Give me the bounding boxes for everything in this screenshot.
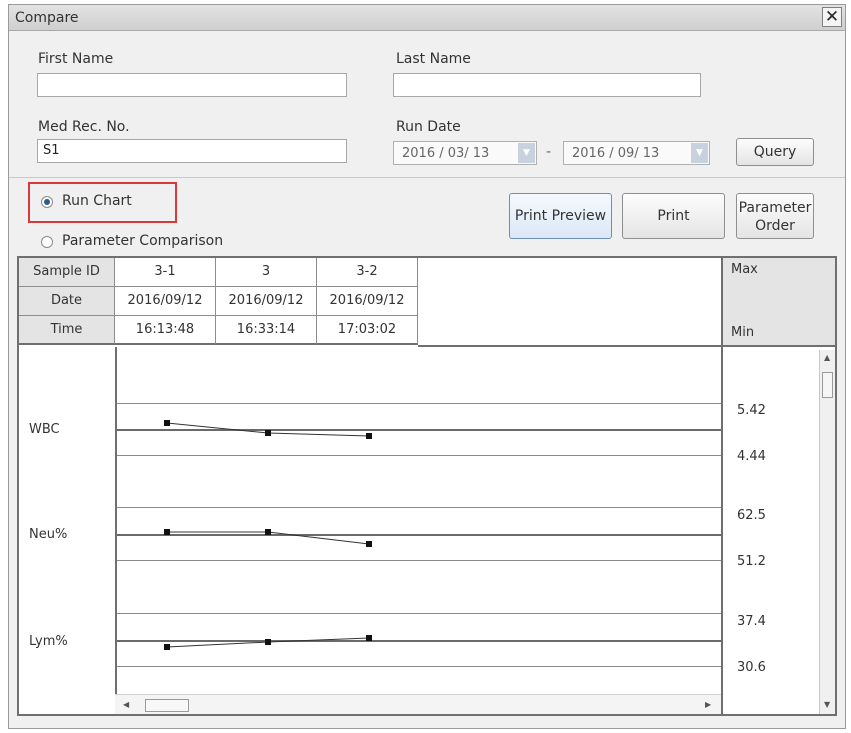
data-point (164, 420, 170, 426)
date-separator: - (546, 144, 552, 160)
data-point (265, 430, 271, 436)
parameter-order-label-line2: Order (755, 218, 795, 234)
date-to-picker[interactable]: 2016 / 09/ 13 ▼ (563, 141, 710, 165)
last-name-field[interactable] (393, 73, 701, 97)
first-name-field[interactable] (37, 73, 347, 97)
data-point (366, 433, 372, 439)
vertical-scrollbar[interactable]: ▲ ▼ (819, 350, 835, 714)
chevron-down-icon[interactable]: ▼ (518, 143, 535, 163)
scroll-up-icon[interactable]: ▲ (824, 353, 830, 362)
print-preview-button[interactable]: Print Preview (509, 193, 612, 239)
med-rec-label: Med Rec. No. (38, 119, 130, 135)
chevron-down-icon[interactable]: ▼ (691, 143, 708, 163)
run-chart-grid: Sample ID Date Time 3-1 3 3-2 2016/09/12… (17, 256, 837, 716)
date-from-value: 2016 / 03/ 13 (402, 146, 490, 161)
data-point (164, 644, 170, 650)
parameter-comparison-radio[interactable] (41, 236, 53, 248)
close-button[interactable]: ✕ (822, 7, 842, 27)
data-point (265, 639, 271, 645)
first-name-label: First Name (38, 51, 114, 67)
vertical-scroll-thumb[interactable] (822, 372, 833, 398)
scroll-left-icon[interactable]: ◀ (123, 700, 129, 709)
date-to-value: 2016 / 09/ 13 (572, 146, 660, 161)
data-point (366, 541, 372, 547)
last-name-label: Last Name (396, 51, 471, 67)
divider (9, 177, 845, 178)
parameter-order-button[interactable]: Parameter Order (736, 193, 814, 239)
title-bar: Compare ✕ (9, 5, 845, 31)
run-chart-plot (164, 420, 372, 650)
run-date-label: Run Date (396, 119, 461, 135)
print-button[interactable]: Print (622, 193, 725, 239)
parameter-comparison-label[interactable]: Parameter Comparison (62, 233, 223, 249)
horizontal-scrollbar[interactable]: ◀ ▶ (115, 694, 721, 714)
med-rec-field[interactable]: S1 (37, 139, 347, 163)
radio-selected-dot (44, 199, 50, 205)
scroll-right-icon[interactable]: ▶ (705, 700, 711, 709)
parameter-order-label-line1: Parameter (738, 200, 812, 216)
horizontal-scroll-thumb[interactable] (145, 699, 189, 712)
run-chart-radio[interactable] (41, 196, 53, 208)
data-point (164, 529, 170, 535)
scroll-down-icon[interactable]: ▼ (824, 700, 830, 709)
query-button[interactable]: Query (736, 138, 814, 166)
date-from-picker[interactable]: 2016 / 03/ 13 ▼ (393, 141, 537, 165)
data-point (366, 635, 372, 641)
compare-window: Compare ✕ First Name Last Name Med Rec. … (8, 4, 846, 729)
data-point (265, 529, 271, 535)
run-chart-label[interactable]: Run Chart (62, 193, 132, 209)
window-title: Compare (15, 10, 79, 26)
